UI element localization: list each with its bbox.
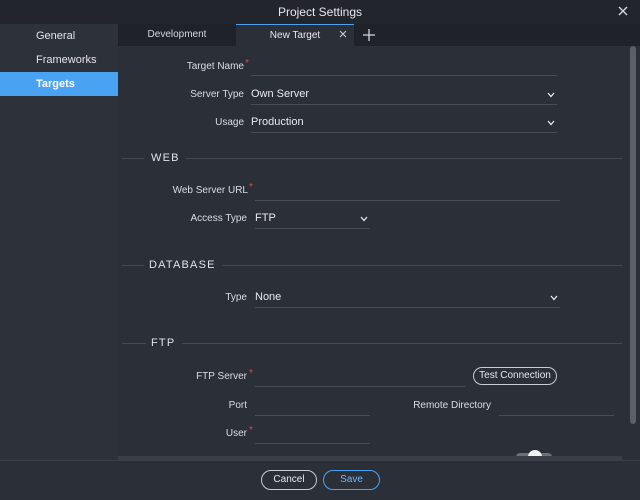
access-type-value: FTP — [255, 212, 276, 224]
port-label: Port — [228, 400, 247, 411]
tab-bar: Development New Target — [118, 24, 640, 46]
access-type-select[interactable]: FTP — [255, 211, 370, 229]
target-name-input[interactable] — [251, 58, 557, 76]
database-type-value: None — [255, 291, 282, 303]
web-server-url-input[interactable] — [255, 183, 560, 201]
settings-panel — [118, 46, 622, 456]
required-marker: * — [245, 58, 249, 69]
ftp-server-label: FTP Server — [196, 371, 247, 382]
section-divider — [222, 265, 622, 266]
database-type-select[interactable]: None — [255, 290, 560, 308]
required-marker: * — [249, 182, 253, 193]
user-label: User — [225, 428, 247, 439]
vertical-scrollbar-thumb[interactable] — [630, 46, 636, 424]
close-icon[interactable] — [616, 4, 630, 18]
sidebar-item-general[interactable]: General — [0, 24, 118, 48]
server-type-value: Own Server — [251, 88, 310, 100]
save-button[interactable]: Save — [323, 470, 380, 490]
close-tab-icon[interactable] — [337, 28, 349, 40]
section-title-database: DATABASE — [149, 259, 216, 271]
ftp-server-input[interactable] — [255, 369, 465, 387]
tab-label: New Target — [269, 30, 321, 41]
remote-directory-input[interactable] — [499, 398, 614, 416]
section-title-web: WEB — [151, 152, 180, 164]
title-bar: Project Settings — [0, 0, 640, 24]
cancel-button[interactable]: Cancel — [261, 470, 317, 490]
required-marker: * — [249, 425, 253, 436]
section-divider — [186, 158, 622, 159]
required-marker: * — [249, 368, 253, 379]
dialog-footer — [0, 460, 640, 500]
test-connection-button[interactable]: Test Connection — [473, 367, 557, 385]
server-type-select[interactable]: Own Server — [251, 87, 557, 105]
remote-directory-label: Remote Directory — [413, 400, 491, 411]
database-type-label: Type — [225, 292, 247, 303]
sidebar-item-targets[interactable]: Targets — [0, 72, 118, 96]
section-divider — [122, 343, 146, 344]
chevron-down-icon — [547, 120, 555, 126]
server-type-label: Server Type — [190, 89, 244, 100]
access-type-label: Access Type — [190, 213, 247, 224]
tab-development[interactable]: Development — [118, 24, 236, 46]
chevron-down-icon — [547, 92, 555, 98]
section-divider — [122, 265, 144, 266]
user-input[interactable] — [255, 426, 370, 444]
add-tab-icon[interactable] — [362, 28, 376, 42]
section-divider — [122, 158, 144, 159]
web-server-url-label: Web Server URL — [172, 185, 248, 196]
port-input[interactable] — [255, 398, 370, 416]
section-divider — [182, 343, 622, 344]
usage-value: Production — [251, 116, 304, 128]
usage-label: Usage — [215, 117, 244, 128]
window-title: Project Settings — [277, 5, 363, 19]
sidebar: General Frameworks Targets — [0, 24, 118, 460]
sidebar-item-frameworks[interactable]: Frameworks — [0, 48, 118, 72]
target-name-label: Target Name — [186, 61, 244, 72]
section-title-ftp: FTP — [151, 337, 176, 349]
usage-select[interactable]: Production — [251, 115, 557, 133]
chevron-down-icon — [360, 216, 368, 222]
chevron-down-icon — [550, 295, 558, 301]
